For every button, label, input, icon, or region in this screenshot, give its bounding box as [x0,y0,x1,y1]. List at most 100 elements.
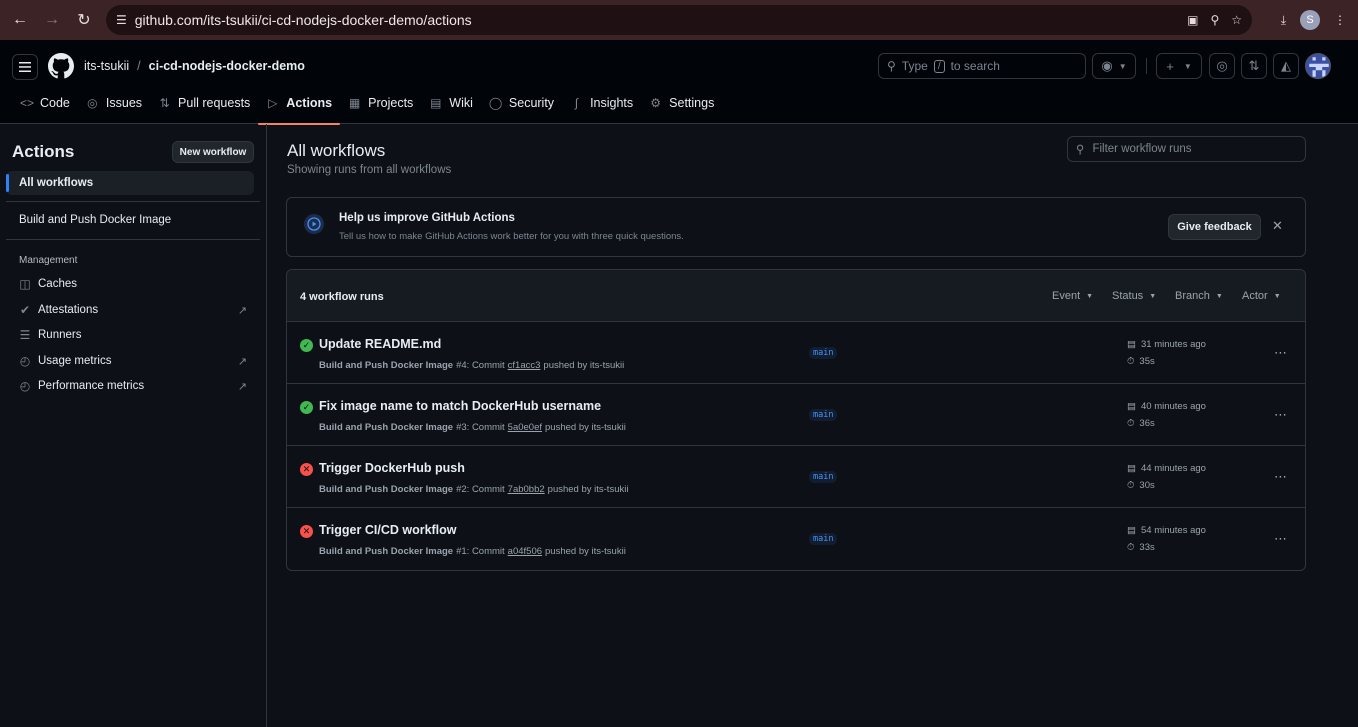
sidebar-item-workflow[interactable]: Build and Push Docker Image [19,214,171,226]
run-workflow-name: Build and Push Docker Image [319,360,454,371]
event-filter-dropdown[interactable]: Event ▼ [1052,290,1093,302]
browser-menu-icon[interactable]: ⋮ [1334,13,1346,27]
filter-label: Actor [1242,290,1268,302]
table-row[interactable]: ✕ Trigger DockerHub push Build and Push … [287,446,1305,508]
github-logo-icon[interactable] [48,53,74,79]
sidebar-item-attestations[interactable]: ✔ Attestations ↗ [19,303,247,317]
pull-requests-button[interactable]: ⇅ [1241,53,1267,79]
commit-sha-link[interactable]: 5a0e0ef [508,422,542,433]
site-info-icon[interactable]: ☰ [116,13,127,27]
success-check-icon: ✓ [300,339,313,352]
global-search-input[interactable]: ⚲ Type / to search [878,53,1086,79]
tab-label: Pull requests [178,96,251,110]
tab-code[interactable]: <> Code [12,92,78,124]
sidebar-divider [6,201,260,202]
run-duration: ⏱ 36s [1127,418,1155,429]
kebab-menu-icon[interactable]: ⋯ [1274,407,1288,423]
branch-badge[interactable]: main [809,409,838,421]
check-circle-icon: ✔ [19,303,31,317]
sidebar-item-runners[interactable]: ☰ Runners [19,328,247,342]
breadcrumb-repo[interactable]: ci-cd-nodejs-docker-demo [149,59,305,73]
book-icon: ▤ [430,96,442,110]
tab-settings[interactable]: ⚙ Settings [641,92,722,124]
chevron-down-icon: ▼ [1086,292,1094,300]
tab-label: Security [508,96,555,110]
chevron-down-icon: ▼ [1149,292,1157,300]
breadcrumb-owner[interactable]: its-tsukii [84,59,129,73]
sidebar-item-label: Runners [38,329,82,341]
branch-badge[interactable]: main [809,533,838,545]
commit-sha-link[interactable]: 7ab0bb2 [508,484,545,495]
page-subtitle: Showing runs from all workflows [287,164,452,176]
search-icon: ⚲ [887,59,896,73]
sidebar-item-caches[interactable]: ◫ Caches [19,277,247,291]
actions-sidebar: Actions New workflow All workflows Build… [0,124,267,727]
issues-button[interactable]: ◎ [1209,53,1235,79]
table-row[interactable]: ✓ Fix image name to match DockerHub user… [287,384,1305,446]
run-title[interactable]: Update README.md [319,337,441,351]
close-icon[interactable]: ✕ [1272,218,1283,234]
run-title[interactable]: Fix image name to match DockerHub userna… [319,399,601,413]
feedback-banner: Help us improve GitHub Actions Tell us h… [286,197,1306,257]
address-bar[interactable]: ☰ github.com/its-tsukii/ci-cd-nodejs-doc… [106,5,1252,35]
tab-pull-requests[interactable]: ⇅ Pull requests [150,92,258,124]
reload-icon[interactable]: ↻ [68,4,100,36]
kebab-menu-icon[interactable]: ⋯ [1274,469,1288,485]
sidebar-item-label: Caches [38,278,77,290]
sidebar-section-management: Management [19,255,78,266]
chevron-down-icon: ▼ [1118,61,1127,71]
tab-projects[interactable]: ▦ Projects [340,92,421,124]
sidebar-item-performance-metrics[interactable]: ◴ Performance metrics ↗ [19,379,247,393]
run-number: #4 [456,360,467,371]
kebab-menu-icon[interactable]: ⋯ [1274,345,1288,361]
commit-sha-link[interactable]: a04f506 [508,546,542,557]
give-feedback-button[interactable]: Give feedback [1168,214,1261,240]
download-icon[interactable]: ⤓ [1281,13,1286,28]
tab-security[interactable]: ◯ Security [481,92,562,124]
table-row[interactable]: ✕ Trigger CI/CD workflow Build and Push … [287,508,1305,570]
tab-label: Wiki [449,96,473,110]
forward-arrow-icon[interactable]: → [36,4,68,36]
create-new-button[interactable]: + ▼ [1156,53,1202,79]
back-arrow-icon[interactable]: ← [4,4,36,36]
failure-x-icon: ✕ [300,525,313,538]
branch-badge[interactable]: main [809,471,838,483]
user-avatar[interactable] [1305,53,1331,79]
run-title[interactable]: Trigger DockerHub push [319,461,465,475]
copilot-button[interactable]: ◉ ▼ [1092,53,1136,79]
filter-workflow-runs-input[interactable]: ⚲ Filter workflow runs [1067,136,1306,162]
kebab-menu-icon[interactable]: ⋯ [1274,531,1288,547]
profile-avatar[interactable]: S [1300,10,1320,30]
run-timestamp: ▤ 40 minutes ago [1127,401,1206,412]
tab-wiki[interactable]: ▤ Wiki [421,92,481,124]
run-meta: Build and Push Docker Image #2: Commit 7… [319,484,628,495]
zoom-icon[interactable]: ⚲ [1210,13,1219,27]
branch-filter-dropdown[interactable]: Branch ▼ [1175,290,1223,302]
run-duration-value: 35s [1139,356,1155,367]
run-workflow-name: Build and Push Docker Image [319,422,454,433]
sidebar-item-usage-metrics[interactable]: ◴ Usage metrics ↗ [19,354,247,368]
sidebar-item-all-workflows[interactable]: All workflows [6,171,254,195]
run-duration-value: 30s [1139,480,1155,491]
install-app-icon[interactable]: ▣ [1187,13,1198,27]
hamburger-menu-icon[interactable] [12,54,38,80]
run-title[interactable]: Trigger CI/CD workflow [319,523,457,537]
run-duration: ⏱ 33s [1127,542,1155,553]
bookmark-star-icon[interactable]: ☆ [1231,13,1242,27]
branch-badge[interactable]: main [809,347,838,359]
new-workflow-button[interactable]: New workflow [172,141,254,163]
stopwatch-icon: ⏱ [1127,542,1135,553]
status-filter-dropdown[interactable]: Status ▼ [1112,290,1156,302]
tab-issues[interactable]: ◎ Issues [78,92,150,124]
table-row[interactable]: ✓ Update README.md Build and Push Docker… [287,322,1305,384]
browser-toolbar: ← → ↻ ☰ github.com/its-tsukii/ci-cd-node… [0,0,1358,40]
commit-sha-link[interactable]: cf1acc3 [508,360,541,371]
inbox-button[interactable]: ◭ [1273,53,1299,79]
tab-actions[interactable]: ▷ Actions [258,92,340,125]
runs-count: 4 workflow runs [300,291,384,303]
run-commit-label: : Commit [466,484,505,495]
tab-insights[interactable]: ∫ Insights [562,92,641,124]
run-duration-value: 36s [1139,418,1155,429]
chevron-down-icon: ▼ [1183,61,1192,71]
actor-filter-dropdown[interactable]: Actor ▼ [1242,290,1281,302]
